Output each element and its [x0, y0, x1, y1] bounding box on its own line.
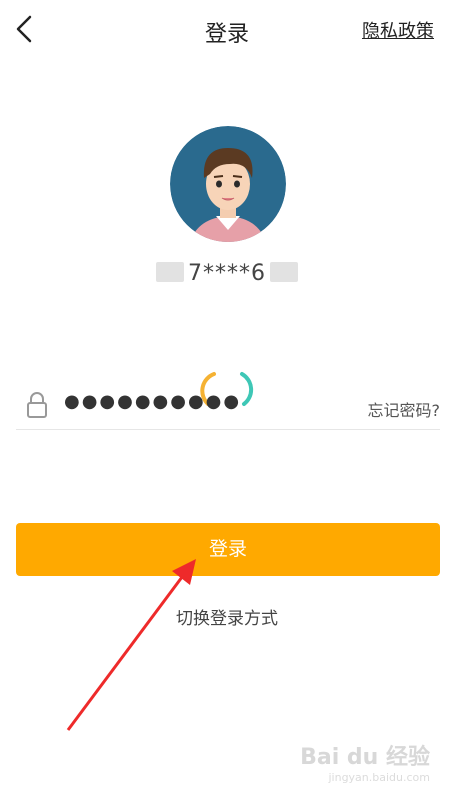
blur-mask [270, 262, 298, 282]
watermark-url: jingyan.baidu.com [328, 771, 430, 784]
privacy-policy-link[interactable]: 隐私政策 [362, 17, 434, 43]
lock-icon [27, 392, 47, 418]
blur-mask [156, 262, 184, 282]
top-bar: 登录 隐私政策 [0, 0, 454, 60]
account-number: 7****6 [0, 261, 454, 286]
annotation-arrow-icon [66, 559, 196, 731]
watermark-brand: Bai du 经验 [300, 745, 430, 770]
watermark: Bai du 经验 jingyan.baidu.com [300, 739, 430, 784]
avatar [170, 126, 286, 242]
forgot-password-link[interactable]: 忘记密码? [368, 397, 441, 421]
account-number-text: 7****6 [188, 261, 266, 286]
password-input[interactable]: ●●●●●●●●●● [64, 391, 241, 412]
password-field[interactable]: ●●●●●●●●●● 忘记密码? [16, 385, 440, 430]
